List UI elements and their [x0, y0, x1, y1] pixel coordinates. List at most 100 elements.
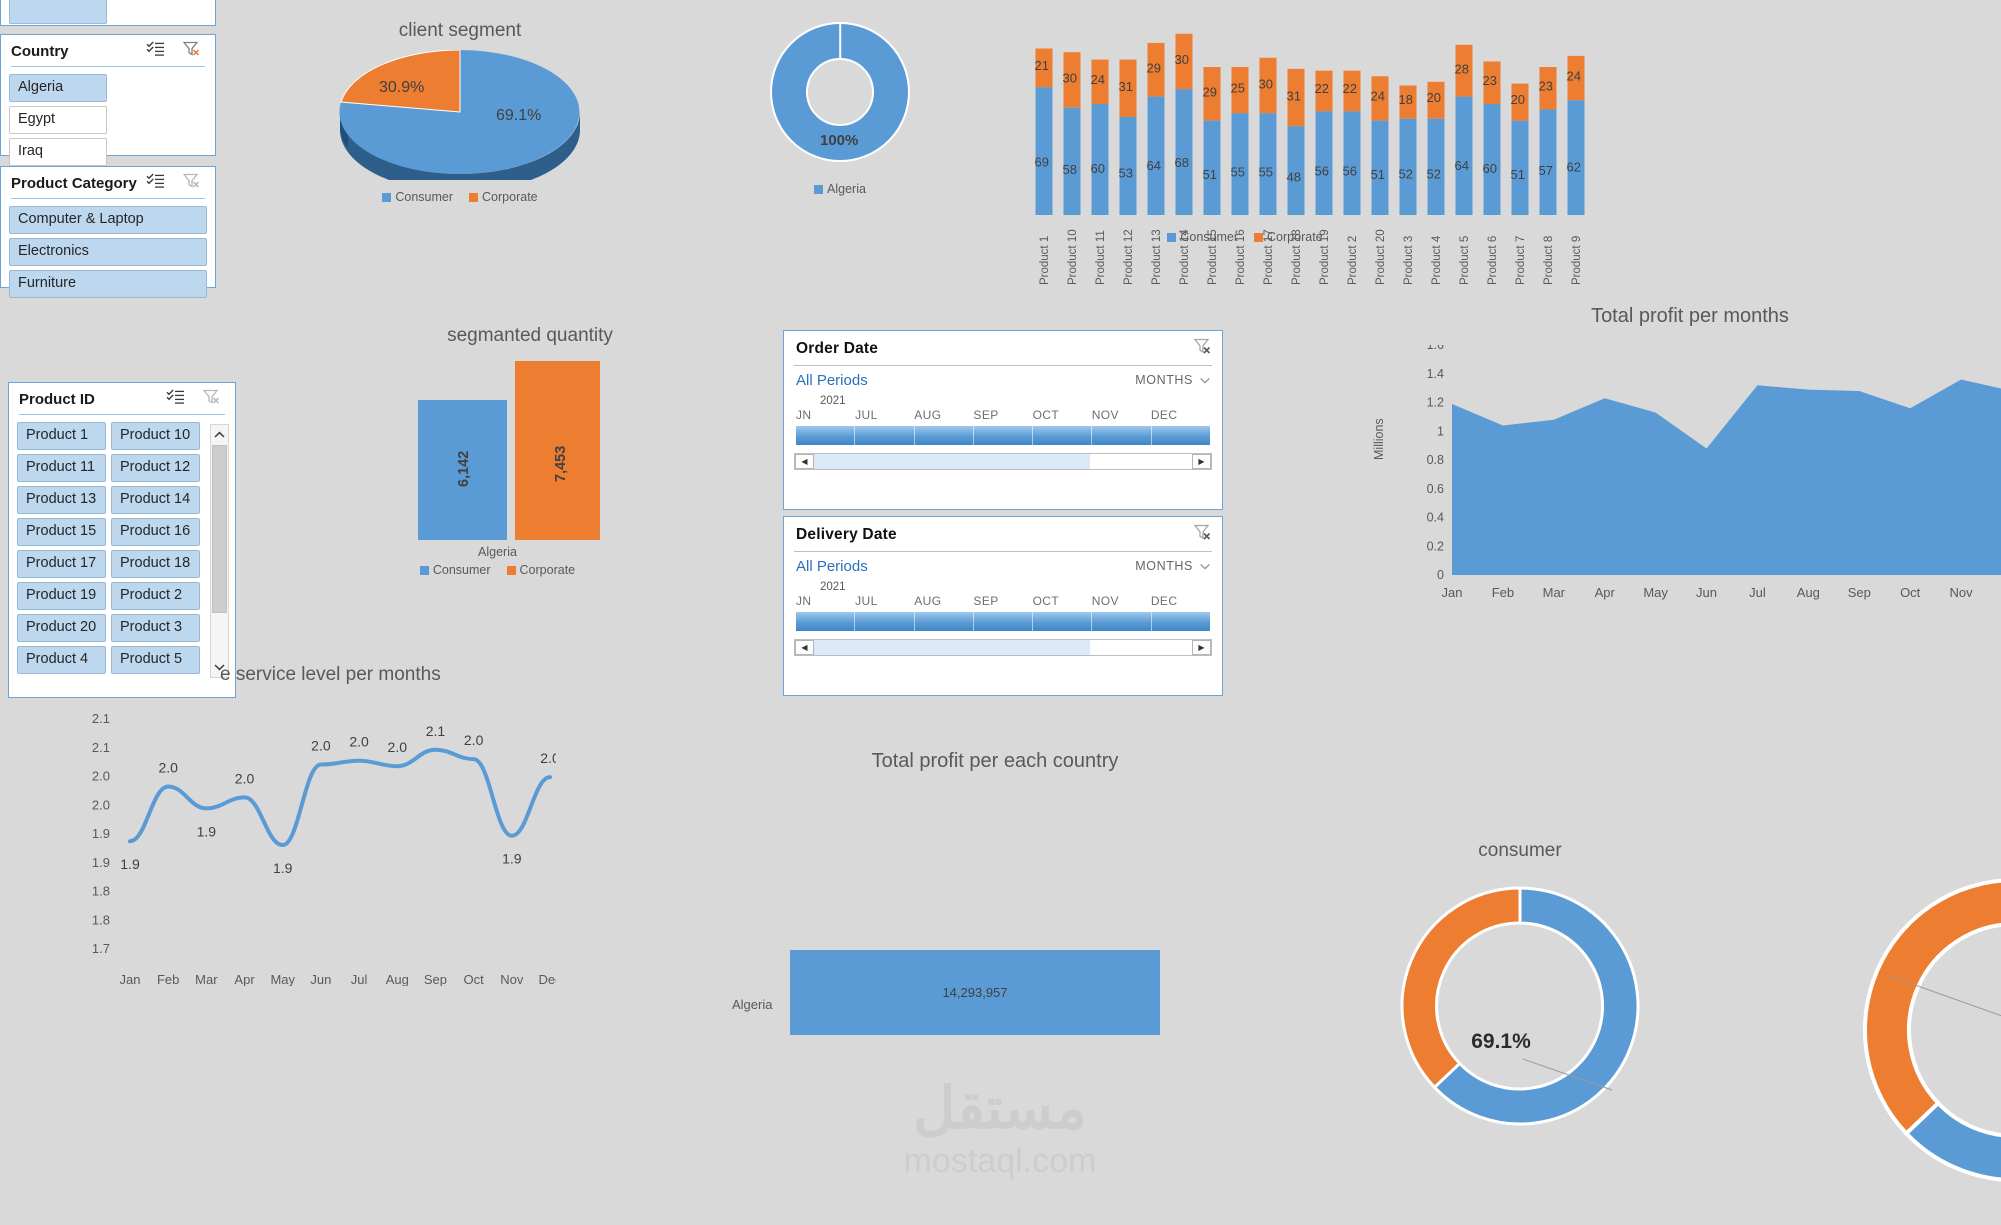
slicer-item-product-20[interactable]: Product 20 [17, 613, 106, 642]
line-data-label: 2.0 [158, 759, 178, 775]
timeline-order-date[interactable]: Order Date All Periods MONTHS 2021 JN JU… [783, 330, 1223, 510]
scroll-left-button[interactable]: ◀ [795, 640, 814, 655]
timeline-month-jn[interactable]: JN [796, 408, 855, 422]
legend-item-corporate: Corporate [506, 563, 575, 577]
slicer-item-furniture[interactable]: Furniture [9, 269, 207, 298]
x-axis-tick: Jul [1749, 585, 1766, 600]
x-axis-tick: Feb [157, 972, 179, 986]
timeline-month-aug[interactable]: AUG [914, 594, 973, 608]
slicer-top-partial[interactable] [0, 0, 216, 26]
stacked-bar-label-consumer: 57 [1539, 163, 1553, 178]
timeline-month-aug[interactable]: AUG [914, 408, 973, 422]
slicer-product-category[interactable]: Product Category Computer & Laptop Elect… [0, 166, 216, 298]
slicer-item-product-15[interactable]: Product 15 [17, 517, 106, 546]
timeline-all-periods[interactable]: All Periods [796, 558, 1135, 575]
timeline-header: Order Date [784, 331, 1222, 362]
timeline-month-jn[interactable]: JN [796, 594, 855, 608]
timeline-month-nov[interactable]: NOV [1092, 594, 1151, 608]
timeline-month-oct[interactable]: OCT [1033, 594, 1092, 608]
slicer-item[interactable] [9, 0, 107, 24]
stacked-bar-label-corporate: 29 [1147, 60, 1161, 75]
slicer-item-algeria[interactable]: Algeria [9, 74, 107, 102]
stacked-bar-label-consumer: 48 [1287, 169, 1301, 184]
slicer-item-product-18[interactable]: Product 18 [111, 549, 200, 578]
watermark-domain: mostaql.com [903, 1142, 1097, 1180]
multi-select-icon[interactable] [166, 389, 185, 410]
scroll-right-button[interactable]: ▶ [1192, 640, 1211, 655]
line-data-label: 2.0 [464, 732, 484, 748]
x-axis-tick: Product 4 [1431, 235, 1443, 285]
stacked-bar-label-consumer: 52 [1427, 166, 1441, 181]
multi-select-icon[interactable] [146, 173, 165, 194]
scroll-thumb[interactable] [814, 640, 1090, 655]
timeline-month-dec[interactable]: DEC [1151, 408, 1210, 422]
slicer-item-product-10[interactable]: Product 10 [111, 422, 200, 450]
clear-filter-icon[interactable] [182, 41, 201, 62]
timeline-month-nov[interactable]: NOV [1092, 408, 1151, 422]
clear-filter-icon[interactable] [202, 389, 221, 410]
slicer-item-product-16[interactable]: Product 16 [111, 517, 200, 546]
timeline-month-sep[interactable]: SEP [973, 594, 1032, 608]
scroll-left-button[interactable]: ◀ [795, 454, 814, 469]
timeline-header: Delivery Date [784, 517, 1222, 548]
scroll-right-button[interactable]: ▶ [1192, 454, 1211, 469]
slicer-product-id-header: Product ID [9, 383, 235, 414]
slicer-item-product-11[interactable]: Product 11 [17, 453, 106, 482]
slicer-item-product-3[interactable]: Product 3 [111, 613, 200, 642]
scroll-track[interactable] [814, 640, 1192, 655]
timeline-all-periods[interactable]: All Periods [796, 372, 1135, 389]
slicer-product-id[interactable]: Product ID Product 1 Product 10 Product … [8, 382, 236, 698]
multi-select-icon[interactable] [146, 41, 165, 62]
scroll-thumb[interactable] [814, 454, 1090, 469]
timeline-scrollbar[interactable]: ◀ ▶ [794, 639, 1212, 656]
x-axis-tick: Product 1 [1039, 236, 1051, 285]
chevron-down-icon[interactable] [1200, 557, 1210, 575]
stacked-bar-label-consumer: 51 [1511, 167, 1525, 182]
timeline-level-label[interactable]: MONTHS [1135, 559, 1193, 573]
y-axis-tick: 1.8 [92, 884, 110, 899]
line-data-label: 2.0 [311, 738, 331, 754]
stacked-bar-label-corporate: 30 [1259, 76, 1273, 91]
clear-filter-icon[interactable] [1193, 338, 1212, 360]
clear-filter-icon[interactable] [182, 173, 201, 194]
timeline-selection-bar[interactable] [796, 612, 1210, 631]
chart-segmanted-quantity: segmanted quantity 6,142 7,453 Algeria C… [385, 325, 675, 590]
slicer-item-product-17[interactable]: Product 17 [17, 549, 106, 578]
slicer-item-product-13[interactable]: Product 13 [17, 485, 106, 514]
slicer-item-egypt[interactable]: Egypt [9, 105, 107, 134]
slicer-item-product-2[interactable]: Product 2 [111, 581, 200, 610]
slicer-item-electronics[interactable]: Electronics [9, 237, 207, 266]
timeline-month-sep[interactable]: SEP [973, 408, 1032, 422]
slicer-item-product-12[interactable]: Product 12 [111, 453, 200, 482]
timeline-month-jul[interactable]: JUL [855, 594, 914, 608]
timeline-selection-bar[interactable] [796, 426, 1210, 445]
x-axis-tick: Jul [351, 972, 368, 986]
timeline-level-label[interactable]: MONTHS [1135, 373, 1193, 387]
chevron-up-icon[interactable] [211, 425, 228, 445]
timeline-delivery-date[interactable]: Delivery Date All Periods MONTHS 2021 JN… [783, 516, 1223, 696]
slicer-item-product-1[interactable]: Product 1 [17, 422, 106, 450]
stacked-bar-label-consumer: 56 [1343, 164, 1357, 179]
stacked-bar-label-consumer: 64 [1455, 158, 1469, 173]
timeline-month-jul[interactable]: JUL [855, 408, 914, 422]
chart-title: client segment [398, 20, 522, 41]
slicer-scrollbar[interactable] [210, 424, 229, 678]
slicer-item-product-14[interactable]: Product 14 [111, 485, 200, 514]
slicer-country[interactable]: Country Algeria Egypt Iraq [0, 34, 216, 262]
slicer-item-iraq[interactable]: Iraq [9, 137, 107, 166]
line-series [128, 747, 552, 848]
x-axis-tick: Sep [1848, 585, 1871, 600]
slicer-item-product-19[interactable]: Product 19 [17, 581, 106, 610]
area-plot: 0 0.2 0.4 0.6 0.8 1 1.2 1.4 1.6 Jan Feb Mar Apr May Ju… [1410, 338, 2001, 612]
clear-filter-icon[interactable] [1193, 524, 1212, 546]
chevron-down-icon[interactable] [1200, 371, 1210, 389]
slicer-item-computer-laptop[interactable]: Computer & Laptop [9, 206, 207, 234]
donut-graphic [1863, 878, 2001, 1182]
timeline-scrollbar[interactable]: ◀ ▶ [794, 453, 1212, 470]
timeline-month-dec[interactable]: DEC [1151, 594, 1210, 608]
timeline-month-oct[interactable]: OCT [1033, 408, 1092, 422]
scroll-track[interactable] [814, 454, 1192, 469]
scrollbar-thumb[interactable] [212, 445, 227, 613]
stacked-bar-label-corporate: 31 [1119, 79, 1133, 94]
stacked-bar-consumer [1455, 96, 1473, 215]
